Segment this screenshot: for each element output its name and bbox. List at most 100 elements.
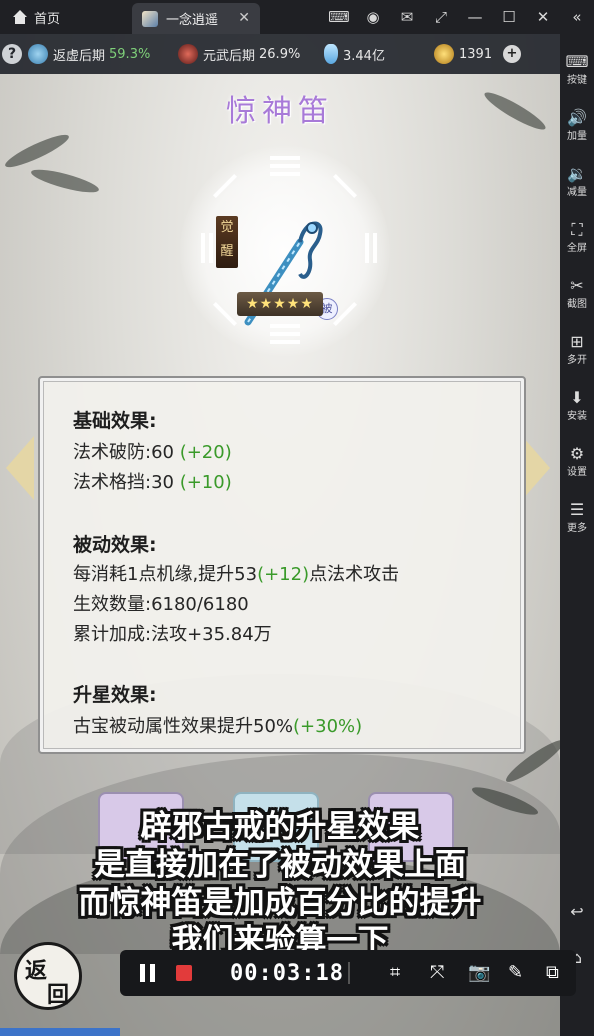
sidebar-item-screenshot[interactable]: ✂ 截图	[560, 276, 594, 312]
scissors-icon: ✂	[570, 276, 584, 295]
trigram-bar	[201, 233, 205, 263]
camera-icon[interactable]: 📷	[468, 962, 490, 983]
maximize-button[interactable]: ☐	[492, 8, 526, 26]
gear-icon: ⚙	[569, 444, 585, 463]
trigram-bar	[365, 233, 369, 263]
trigram-bar	[270, 164, 300, 168]
gold-amount: 1391	[459, 46, 493, 62]
star-rating: ★★★★★	[237, 292, 323, 316]
sidebar-item-install[interactable]: ⬇ 安装	[560, 388, 594, 424]
trigram-bar	[270, 332, 300, 336]
volume-down-icon: 🔉	[567, 164, 587, 183]
more-icon: ☰	[569, 500, 585, 519]
subtitle-line: 辟邪古戒的升星效果	[140, 809, 420, 845]
app-tab-icon	[142, 10, 158, 27]
magic-penetration-bonus: (+20)	[179, 442, 232, 463]
awakened-badge: 觉醒	[216, 216, 238, 268]
sidebar-item-label: 减量	[567, 187, 587, 198]
collapse-sidebar-icon[interactable]: «	[560, 8, 594, 26]
bamboo-leaf-decoration	[2, 129, 72, 173]
volume-up-icon: 🔊	[567, 108, 587, 127]
back-button[interactable]: 返 回	[14, 942, 82, 1010]
gamepad-icon[interactable]: ⌨	[322, 8, 356, 26]
home-tab[interactable]: 首页	[12, 8, 60, 27]
previous-item-arrow[interactable]	[6, 436, 34, 500]
cultivation-realm[interactable]: 返虚后期 59.3%	[28, 44, 150, 64]
home-icon	[12, 9, 28, 26]
close-window-button[interactable]: ✕	[526, 8, 560, 26]
passive-effect-bonus: (+12)	[257, 564, 310, 585]
passive-effect-suffix: 点法术攻击	[309, 564, 400, 585]
base-effect-line: 法术格挡:30 (+10)	[73, 468, 232, 494]
sidebar-item-label: 加量	[567, 131, 587, 142]
passive-effect-line: 每消耗1点机缘,提升53(+12)点法术攻击	[73, 560, 399, 586]
sidebar-item-more[interactable]: ☰ 更多	[560, 500, 594, 536]
window-icon[interactable]: ⧉	[546, 962, 559, 983]
next-item-arrow[interactable]	[522, 436, 550, 500]
item-name-title: 惊神笛	[226, 94, 334, 129]
video-subtitle: 辟邪古戒的升星效果 是直接加在了被动效果上面 而惊神笛是加成百分比的提升 我们来…	[0, 808, 560, 960]
tab-close-icon[interactable]: ✕	[238, 10, 250, 26]
back-arrow-icon: ↩	[570, 902, 584, 921]
magic-block-bonus: (+10)	[179, 472, 232, 493]
sidebar-item-label: 安装	[567, 411, 587, 422]
sidebar-item-keymap[interactable]: ⌨ 按键	[560, 52, 594, 88]
trigram-bar	[270, 172, 300, 176]
resource-bar: ? 返虚后期 59.3% 元武后期 26.9% 3.44亿 1391 +	[0, 34, 560, 74]
trigram-bar	[270, 340, 300, 344]
sidebar-item-volume-up[interactable]: 🔊 加量	[560, 108, 594, 144]
spirit-stone-amount: 3.44亿	[343, 48, 385, 64]
base-effect-heading: 基础效果:	[73, 410, 157, 432]
apk-install-icon: ⬇	[570, 388, 584, 407]
screen-recorder-bar: 00:03:18 ⌗ ⤧ 📷 ✎ ⧉	[120, 950, 576, 996]
star-effect-text: 古宝被动属性效果提升50%	[73, 716, 294, 737]
expand-icon[interactable]: ⤧	[430, 962, 444, 983]
popout-icon[interactable]: ⤢	[424, 8, 458, 26]
mail-icon[interactable]: ✉	[390, 8, 424, 26]
martial-realm[interactable]: 元武后期 26.9%	[178, 44, 300, 64]
account-icon[interactable]: ◉	[356, 8, 390, 26]
game-viewport: ? 返虚后期 59.3% 元武后期 26.9% 3.44亿 1391 + 惊神笛	[0, 34, 560, 1036]
sidebar-item-label: 按键	[567, 75, 587, 86]
sidebar-item-volume-down[interactable]: 🔉 减量	[560, 164, 594, 200]
passive-effect-heading: 被动效果:	[73, 534, 157, 556]
cumulative-bonus-line: 累计加成:法攻+35.84万	[73, 624, 272, 645]
martial-emblem-icon	[178, 44, 198, 64]
spirit-stone-counter[interactable]: 3.44亿	[324, 44, 385, 64]
sidebar-item-multi-instance[interactable]: ⊞ 多开	[560, 332, 594, 368]
back-button-char: 返	[25, 958, 48, 984]
sidebar-item-back[interactable]: ↩	[560, 902, 594, 922]
region-capture-icon[interactable]: ⌗	[390, 962, 400, 983]
sidebar-item-settings[interactable]: ⚙ 设置	[560, 444, 594, 480]
toolbar-divider	[348, 962, 350, 984]
sidebar-item-label: 设置	[567, 467, 587, 478]
app-tab[interactable]: 一念逍遥 ✕	[132, 3, 260, 34]
martial-realm-progress: 26.9%	[259, 46, 301, 62]
base-effect-line: 法术破防:60 (+20)	[73, 438, 232, 464]
realm-swirl-icon	[28, 44, 48, 64]
pause-button[interactable]	[140, 964, 156, 982]
effective-count-line: 生效数量:6180/6180	[73, 594, 249, 615]
emulator-sidebar: ⌨ 按键 🔊 加量 🔉 减量 ⛶ 全屏 ✂ 截图 ⊞ 多开 ⬇ 安装 ⚙ 设置 …	[560, 34, 594, 1036]
recording-timer: 00:03:18	[230, 961, 344, 986]
sidebar-item-label: 更多	[567, 523, 587, 534]
trigram-bar	[209, 233, 213, 263]
passive-effect-text: 每消耗1点机缘,提升53	[73, 564, 258, 585]
sidebar-item-label: 截图	[567, 299, 587, 310]
stop-button[interactable]	[176, 965, 192, 981]
sidebar-item-fullscreen[interactable]: ⛶ 全屏	[560, 220, 594, 256]
multi-window-icon: ⊞	[570, 332, 584, 351]
recharge-plus-button[interactable]: +	[503, 45, 521, 63]
pen-icon[interactable]: ✎	[508, 962, 523, 983]
realm-name: 返虚后期	[53, 48, 106, 64]
bamboo-leaf-decoration	[29, 165, 101, 197]
taskbar-edge	[0, 1028, 120, 1036]
help-icon[interactable]: ?	[2, 44, 22, 64]
item-detail-panel: 基础效果: 法术破防:60 (+20) 法术格挡:30 (+10) 被动效果: …	[38, 376, 526, 754]
minimize-button[interactable]: —	[458, 8, 492, 26]
fullscreen-icon: ⛶	[571, 220, 583, 239]
gold-counter[interactable]: 1391	[434, 44, 492, 64]
emulator-titlebar: 首页 一念逍遥 ✕ ⌨ ◉ ✉ ⤢ — ☐ ✕ «	[0, 0, 594, 34]
trigram-bar	[212, 173, 238, 199]
trigram-bar	[270, 156, 300, 160]
